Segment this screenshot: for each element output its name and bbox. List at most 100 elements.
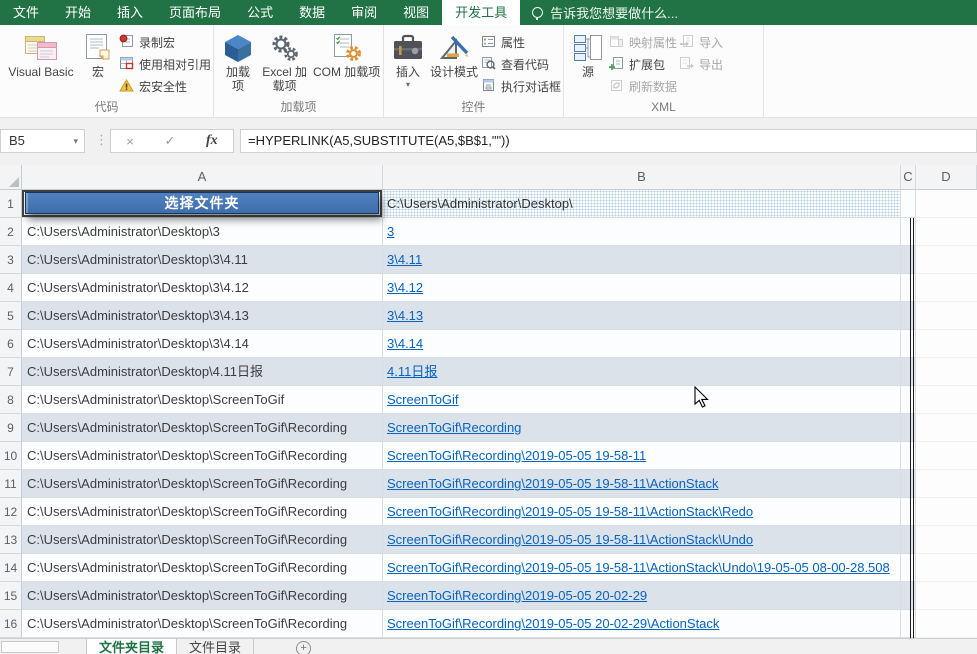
cell-a[interactable]: C:\Users\Administrator\Desktop\3 bbox=[22, 218, 383, 246]
cell-c[interactable] bbox=[901, 274, 916, 302]
cell-c[interactable] bbox=[901, 610, 916, 638]
cell-a[interactable]: C:\Users\Administrator\Desktop\4.11日报 bbox=[22, 358, 383, 386]
cell-c[interactable] bbox=[901, 190, 916, 218]
cell-d[interactable] bbox=[916, 274, 977, 302]
macro-security-button[interactable]: 宏安全性 bbox=[119, 78, 211, 95]
cell-a[interactable]: C:\Users\Administrator\Desktop\ScreenToG… bbox=[22, 386, 383, 414]
sheet-tab-1[interactable]: 文件目录 bbox=[177, 639, 254, 654]
cell-c[interactable] bbox=[901, 470, 916, 498]
cell-b[interactable]: ScreenToGif\Recording bbox=[383, 414, 901, 442]
ribbon-tab-1[interactable]: 开始 bbox=[52, 0, 104, 25]
row-header[interactable]: 13 bbox=[0, 526, 22, 554]
tell-me-box[interactable]: 告诉我您想要做什么... bbox=[532, 0, 678, 25]
hyperlink-cell[interactable]: ScreenToGif\Recording\2019-05-05 19-58-1… bbox=[387, 532, 753, 547]
row-header[interactable]: 7 bbox=[0, 358, 22, 386]
cell-a[interactable]: C:\Users\Administrator\Desktop\3\4.12 bbox=[22, 274, 383, 302]
cell-a[interactable]: C:\Users\Administrator\Desktop\ScreenToG… bbox=[22, 442, 383, 470]
cell-a[interactable]: C:\Users\Administrator\Desktop\3\4.13 bbox=[22, 302, 383, 330]
record-macro-button[interactable]: 录制宏 bbox=[119, 34, 211, 51]
select-all-corner[interactable] bbox=[0, 165, 22, 189]
ribbon-tab-4[interactable]: 公式 bbox=[234, 0, 286, 25]
tab-scroll-area[interactable] bbox=[1, 641, 59, 653]
design-mode-button[interactable]: 设计模式 bbox=[429, 29, 479, 81]
cell-b[interactable]: ScreenToGif\Recording\2019-05-05 19-58-1… bbox=[383, 470, 901, 498]
cell-d[interactable] bbox=[916, 386, 977, 414]
hyperlink-cell[interactable]: ScreenToGif\Recording bbox=[387, 420, 521, 435]
sheet-tab-0[interactable]: 文件夹目录 bbox=[86, 639, 177, 654]
row-header[interactable]: 14 bbox=[0, 554, 22, 582]
ribbon-tab-2[interactable]: 插入 bbox=[104, 0, 156, 25]
select-folder-button[interactable]: 选择文件夹 bbox=[25, 192, 379, 214]
cell-d[interactable] bbox=[916, 218, 977, 246]
cell-c[interactable] bbox=[901, 414, 916, 442]
row-header[interactable]: 2 bbox=[0, 218, 22, 246]
cell-d[interactable] bbox=[916, 442, 977, 470]
hyperlink-cell[interactable]: 3 bbox=[387, 224, 394, 239]
cell-a[interactable]: C:\Users\Administrator\Desktop\ScreenToG… bbox=[22, 554, 383, 582]
ribbon-tab-8[interactable]: 开发工具 bbox=[442, 0, 520, 25]
row-header[interactable]: 5 bbox=[0, 302, 22, 330]
cell-a[interactable]: C:\Users\Administrator\Desktop\ScreenToG… bbox=[22, 610, 383, 638]
cell-c[interactable] bbox=[901, 582, 916, 610]
hyperlink-cell[interactable]: 3\4.14 bbox=[387, 336, 423, 351]
name-box[interactable]: B5 ▾ bbox=[0, 129, 85, 153]
column-header-B[interactable]: B bbox=[383, 165, 901, 189]
column-header-D[interactable]: D bbox=[916, 165, 977, 189]
ribbon-tab-3[interactable]: 页面布局 bbox=[156, 0, 234, 25]
cell-b[interactable]: 3\4.13 bbox=[383, 302, 901, 330]
column-header-A[interactable]: A bbox=[22, 165, 383, 189]
cell-a[interactable]: C:\Users\Administrator\Desktop\ScreenToG… bbox=[22, 498, 383, 526]
cell-a[interactable]: C:\Users\Administrator\Desktop\3\4.14 bbox=[22, 330, 383, 358]
map-properties-button[interactable]: 映射属性 bbox=[609, 34, 677, 51]
import-button[interactable]: 导入 bbox=[679, 34, 723, 51]
com-addins-button[interactable]: COM 加载项 bbox=[312, 29, 381, 81]
enter-icon[interactable]: ✓ bbox=[165, 133, 176, 149]
cell-d[interactable] bbox=[916, 246, 977, 274]
expansion-packs-button[interactable]: 扩展包 bbox=[609, 56, 677, 73]
hyperlink-cell[interactable]: 4.11日报 bbox=[387, 364, 437, 379]
row-header[interactable]: 4 bbox=[0, 274, 22, 302]
cancel-icon[interactable]: × bbox=[126, 134, 134, 149]
cell-b[interactable]: ScreenToGif\Recording\2019-05-05 19-58-1… bbox=[383, 442, 901, 470]
row-header[interactable]: 11 bbox=[0, 470, 22, 498]
cell-d[interactable] bbox=[916, 582, 977, 610]
cell-d[interactable] bbox=[916, 526, 977, 554]
hyperlink-cell[interactable]: ScreenToGif\Recording\2019-05-05 19-58-1… bbox=[387, 560, 890, 575]
row-header[interactable]: 8 bbox=[0, 386, 22, 414]
row-header[interactable]: 12 bbox=[0, 498, 22, 526]
row-header[interactable]: 6 bbox=[0, 330, 22, 358]
cell-d[interactable] bbox=[916, 330, 977, 358]
row-header[interactable]: 15 bbox=[0, 582, 22, 610]
ribbon-tab-6[interactable]: 审阅 bbox=[338, 0, 390, 25]
hyperlink-cell[interactable]: ScreenToGif\Recording\2019-05-05 20-02-2… bbox=[387, 616, 719, 631]
hyperlink-cell[interactable]: 3\4.11 bbox=[387, 252, 422, 267]
cell-c[interactable] bbox=[901, 246, 916, 274]
cell-c[interactable] bbox=[901, 386, 916, 414]
export-button[interactable]: 导出 bbox=[679, 56, 723, 73]
cell-d[interactable] bbox=[916, 358, 977, 386]
ribbon-tab-5[interactable]: 数据 bbox=[286, 0, 338, 25]
cell-c[interactable] bbox=[901, 330, 916, 358]
hyperlink-cell[interactable]: ScreenToGif\Recording\2019-05-05 19-58-1… bbox=[387, 476, 718, 491]
row-header[interactable]: 1 bbox=[0, 190, 22, 218]
cell-a[interactable]: C:\Users\Administrator\Desktop\ScreenToG… bbox=[22, 526, 383, 554]
name-box-dropdown-icon[interactable]: ▾ bbox=[73, 130, 78, 152]
row-header[interactable]: 3 bbox=[0, 246, 22, 274]
ribbon-tab-0[interactable]: 文件 bbox=[0, 0, 52, 25]
cell-d[interactable] bbox=[916, 190, 977, 218]
cell-a[interactable]: C:\Users\Administrator\Desktop\ScreenToG… bbox=[22, 582, 383, 610]
cell-d[interactable] bbox=[916, 302, 977, 330]
add-sheet-button[interactable]: + bbox=[296, 641, 311, 654]
cell-a[interactable]: C:\Users\Administrator\Desktop\ScreenToG… bbox=[22, 414, 383, 442]
cell-b[interactable]: 3\4.12 bbox=[383, 274, 901, 302]
hyperlink-cell[interactable]: 3\4.13 bbox=[387, 308, 423, 323]
cell-b[interactable]: 4.11日报 bbox=[383, 358, 901, 386]
view-code-button[interactable]: 查看代码 bbox=[481, 56, 561, 73]
cell-b[interactable]: ScreenToGif\Recording\2019-05-05 20-02-2… bbox=[383, 582, 901, 610]
xml-source-button[interactable]: 源 bbox=[569, 29, 607, 81]
cell-c[interactable] bbox=[901, 218, 916, 246]
insert-controls-button[interactable]: 插入▾ bbox=[389, 29, 427, 91]
cell-c[interactable] bbox=[901, 554, 916, 582]
visual-basic-button[interactable]: Visual Basic bbox=[5, 29, 77, 81]
ribbon-tab-7[interactable]: 视图 bbox=[390, 0, 442, 25]
